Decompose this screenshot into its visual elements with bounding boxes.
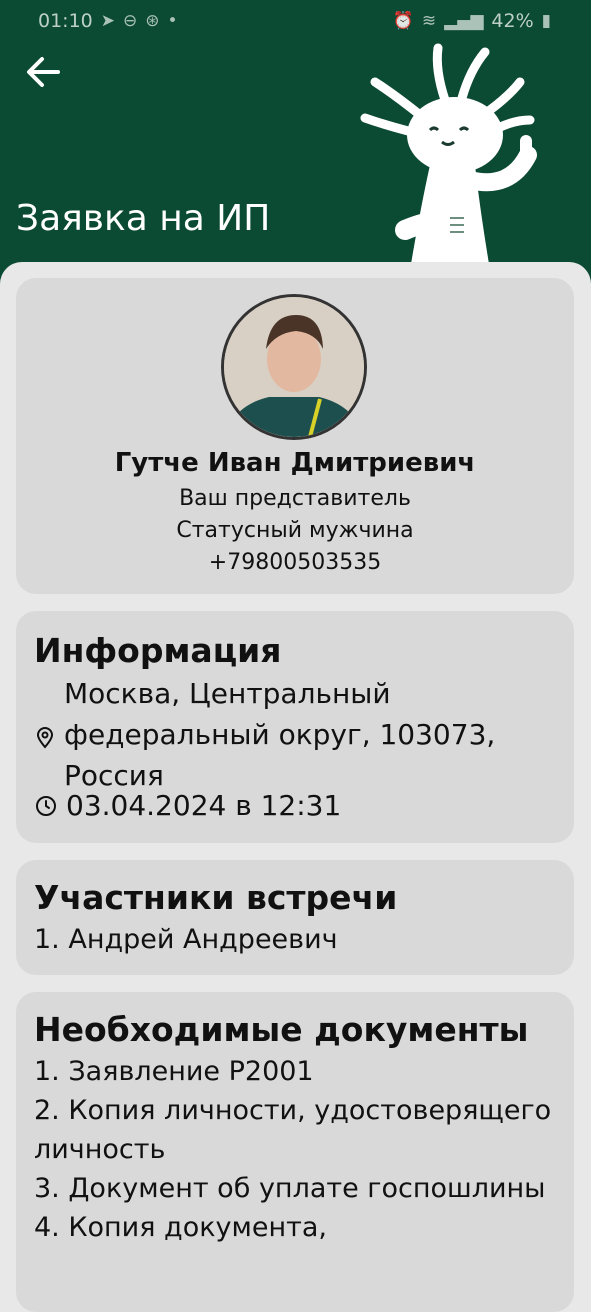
participants-card: Участники встречи 1. Андрей Андреевич: [16, 860, 574, 975]
document-item: 2. Копия личности, удостоверящего личнос…: [34, 1095, 552, 1165]
location-pin-icon: [36, 727, 54, 749]
battery-text: 42%: [491, 10, 534, 32]
representative-role: Ваш представитель: [179, 486, 411, 511]
clock-icon: [36, 795, 56, 816]
representative-card: Гутче Иван Дмитриевич Ваш представитель …: [16, 278, 574, 594]
telegram-icon: ➤: [100, 11, 116, 31]
page-title: Заявка на ИП: [16, 198, 271, 239]
document-item: 3. Документ об уплате госпошлины: [34, 1173, 546, 1204]
participant-item: 1. Андрей Андреевич: [34, 924, 338, 955]
document-item: 4. Копия документа,: [34, 1212, 328, 1243]
info-card: Информация Москва, Центральный федеральн…: [16, 611, 574, 843]
mascot-illustration: [360, 43, 537, 270]
minus-circle-icon: ⊖: [123, 11, 138, 31]
info-address: Москва, Центральный федеральный округ, 1…: [64, 677, 496, 792]
back-arrow-icon[interactable]: [22, 50, 66, 94]
documents-card: Необходимые документы 1. Заявление Р2001…: [16, 992, 574, 1312]
representative-name: Гутче Иван Дмитриевич: [114, 448, 476, 478]
avatar: [221, 294, 367, 440]
dot-icon: •: [167, 11, 178, 31]
alarm-icon: ⏰: [392, 11, 414, 31]
participants-heading: Участники встречи: [34, 878, 398, 917]
info-datetime-row: 03.04.2024 в 12:31: [34, 789, 341, 822]
documents-list: 1. Заявление Р2001 2. Копия личности, уд…: [34, 1052, 554, 1247]
wifi-icon: ≋: [421, 11, 437, 31]
representative-status: Статусный мужчина: [176, 518, 414, 543]
info-datetime: 03.04.2024 в 12:31: [66, 789, 342, 822]
status-bar: 01:10 ➤ ⊖ ⊛ • ⏰ ≋ ▂▄▆ 42% ▮: [0, 0, 591, 44]
status-time: 01:10: [38, 10, 93, 32]
header: 01:10 ➤ ⊖ ⊛ • ⏰ ≋ ▂▄▆ 42% ▮ Заявка на ИП: [0, 0, 591, 300]
representative-phone[interactable]: +79800503535: [16, 550, 574, 575]
document-item: 1. Заявление Р2001: [34, 1056, 314, 1087]
info-heading: Информация: [34, 631, 282, 670]
signal-icon: ▂▄▆: [444, 11, 484, 31]
battery-icon: ▮: [541, 11, 551, 31]
documents-heading: Необходимые документы: [34, 1010, 529, 1049]
shazam-icon: ⊛: [145, 11, 160, 31]
